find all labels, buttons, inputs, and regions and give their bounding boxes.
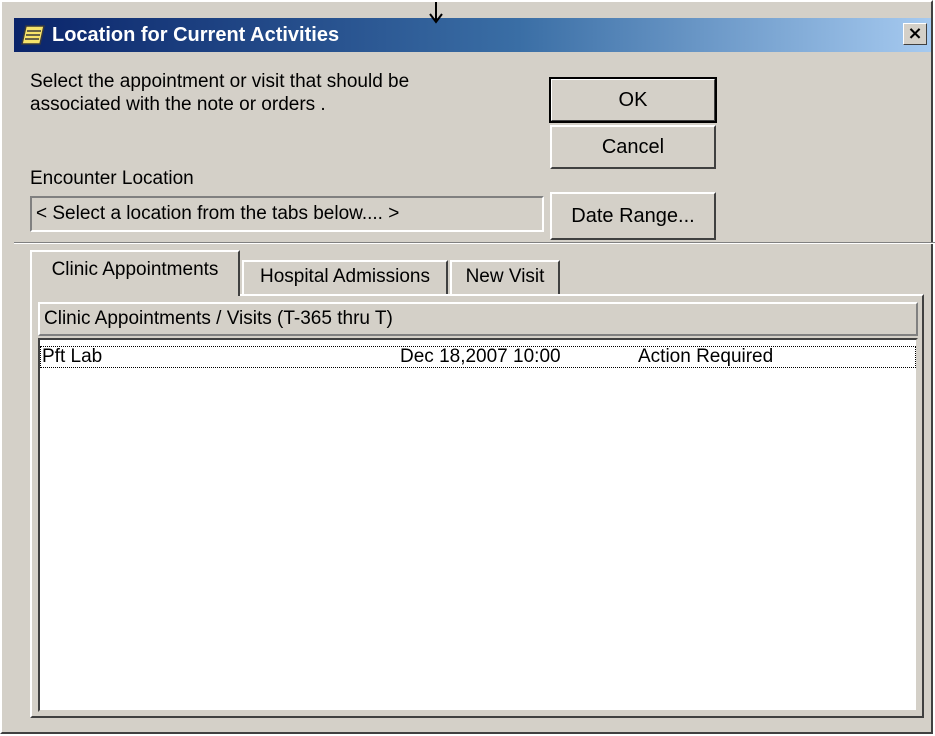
date-range-button[interactable]: Date Range... [550, 192, 716, 240]
list-column-header[interactable]: Clinic Appointments / Visits (T-365 thru… [38, 302, 918, 336]
tab-new-visit[interactable]: New Visit [450, 260, 560, 294]
list-item-location: Pft Lab [42, 346, 103, 367]
title-bar[interactable]: Location for Current Activities × [14, 18, 931, 52]
tab-clinic-appointments[interactable]: Clinic Appointments [30, 250, 240, 296]
instruction-text: Select the appointment or visit that sho… [30, 71, 410, 115]
close-icon: × [907, 23, 923, 44]
cancel-button[interactable]: Cancel [550, 125, 716, 169]
list-item-date: Dec 18,2007 10:00 [400, 346, 561, 367]
encounter-location-label: Encounter Location [30, 168, 194, 189]
list-item[interactable]: Pft Lab Dec 18,2007 10:00 Action Require… [40, 346, 916, 368]
ok-button[interactable]: OK [549, 77, 717, 123]
divider [14, 242, 935, 244]
appointments-list[interactable]: Pft Lab Dec 18,2007 10:00 Action Require… [38, 338, 918, 712]
cursor-arrow-icon [429, 2, 443, 24]
tab-panel: Clinic Appointments / Visits (T-365 thru… [30, 294, 924, 718]
tab-hospital-admissions[interactable]: Hospital Admissions [242, 260, 448, 294]
dialog-title: Location for Current Activities [52, 23, 340, 46]
dialog-window: Location for Current Activities × Select… [0, 0, 935, 734]
close-button[interactable]: × [903, 23, 927, 45]
list-item-status: Action Required [638, 346, 774, 367]
notepad-icon [20, 22, 48, 48]
encounter-location-field: < Select a location from the tabs below.… [30, 196, 544, 232]
